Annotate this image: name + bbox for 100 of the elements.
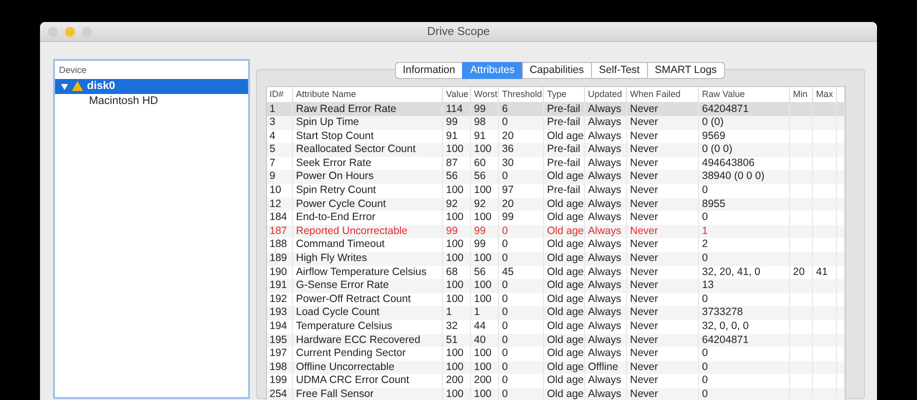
- table-cell: Pre-fail: [544, 116, 584, 130]
- table-cell: 99: [470, 102, 498, 116]
- table-cell: Spin Up Time: [292, 116, 442, 130]
- table-cell: Never: [626, 170, 698, 184]
- table-cell: 36: [498, 143, 544, 157]
- table-cell: 100: [470, 252, 498, 266]
- table-cell: 64204871: [698, 334, 790, 348]
- table-cell: Always: [584, 143, 626, 157]
- table-cell: 100: [442, 360, 470, 374]
- table-cell: Power On Hours: [292, 170, 442, 184]
- table-cell: 0 (0 0): [698, 143, 790, 157]
- table-cell: Old age: [544, 334, 584, 348]
- table-cell: Never: [626, 279, 698, 293]
- window-title: Drive Scope: [427, 25, 490, 40]
- table-cell: 92: [470, 198, 498, 212]
- table-cell: Power Cycle Count: [292, 198, 442, 212]
- table-cell: Never: [626, 102, 698, 116]
- column-header: Min: [790, 87, 812, 102]
- tab[interactable]: SMART Logs: [646, 62, 725, 79]
- table-cell: Old age: [544, 279, 584, 293]
- table-cell: Always: [584, 116, 626, 130]
- close-button[interactable]: [48, 27, 58, 37]
- minimize-button[interactable]: [65, 27, 75, 37]
- table-cell: 100: [442, 143, 470, 157]
- table-cell: 99: [470, 224, 498, 238]
- table-cell: 195: [266, 334, 292, 348]
- table-cell: Never: [626, 360, 698, 374]
- column-header: When Failed: [626, 87, 698, 102]
- column-header: Raw Value: [698, 87, 790, 102]
- table-cell: 0: [498, 360, 544, 374]
- column-header: Value: [442, 87, 470, 102]
- table-cell: Always: [584, 170, 626, 184]
- table-cell: 100: [470, 360, 498, 374]
- table-row[interactable]: 3 Spin Up Time 99 98 0 Pre-fail Always Never 0 (0): [266, 116, 844, 130]
- table-cell: 100: [470, 143, 498, 157]
- table-cell: 99: [442, 224, 470, 238]
- table-cell: Old age: [544, 388, 584, 400]
- table-cell: 193: [266, 306, 292, 320]
- table-cell: Never: [626, 198, 698, 212]
- table-cell: 100: [470, 388, 498, 400]
- table-cell: Always: [584, 198, 626, 212]
- column-header: Threshold: [498, 87, 544, 102]
- tree-item[interactable]: Macintosh HD: [55, 94, 248, 108]
- table-row[interactable]: 187 Reported Uncorrectable 99 99 0 Old age Always Never 1: [266, 224, 844, 238]
- table-row[interactable]: 9 Power On Hours 56 56 0 Old age Always Never 38940 (0 0 0): [266, 170, 844, 184]
- table-cell: 100: [442, 388, 470, 400]
- column-header: Worst: [470, 87, 498, 102]
- table-cell: Old age: [544, 224, 584, 238]
- table-row[interactable]: 198 Offline Uncorrectable 100 100 0 Old age Offline Never 0: [266, 360, 844, 374]
- table-cell: Old age: [544, 198, 584, 212]
- table-row[interactable]: 1 Raw Read Error Rate 114 99 6 Pre-fail Always Never 64204871: [266, 102, 844, 116]
- table-row[interactable]: 254 Free Fall Sensor 100 100 0 Old age Always Never 0: [266, 388, 844, 400]
- table-cell: 8955: [698, 198, 790, 212]
- table-cell: Never: [626, 252, 698, 266]
- table-cell: 51: [442, 334, 470, 348]
- table-cell: Load Cycle Count: [292, 306, 442, 320]
- table-row[interactable]: 193 Load Cycle Count 1 1 0 Old age Always Never 3733278: [266, 306, 844, 320]
- table-cell: G-Sense Error Rate: [292, 279, 442, 293]
- table-cell: Always: [584, 224, 626, 238]
- table-cell: 0: [498, 306, 544, 320]
- table-cell: Offline Uncorrectable: [292, 360, 442, 374]
- table-cell: 20: [498, 198, 544, 212]
- table-cell: Always: [584, 388, 626, 400]
- table-cell: Old age: [544, 306, 584, 320]
- table-cell: Never: [626, 224, 698, 238]
- table-cell: Never: [626, 334, 698, 348]
- disclosure-triangle-icon[interactable]: [61, 82, 68, 90]
- table-cell: Always: [584, 252, 626, 266]
- zoom-button[interactable]: [82, 27, 92, 37]
- table-cell: 0: [498, 334, 544, 348]
- tree-item[interactable]: disk0: [55, 78, 248, 94]
- table-cell: Pre-fail: [544, 143, 584, 157]
- table-cell: Old age: [544, 170, 584, 184]
- table-cell: 100: [442, 279, 470, 293]
- table-cell: 0: [498, 170, 544, 184]
- table-row[interactable]: 12 Power Cycle Count 92 92 20 Old age Always Never 8955: [266, 198, 844, 212]
- column-header: Updated: [584, 87, 626, 102]
- table-cell: 9: [266, 170, 292, 184]
- tab[interactable]: Self-Test: [590, 62, 648, 79]
- table-cell: Always: [584, 334, 626, 348]
- table-row[interactable]: 195 Hardware ECC Recovered 51 40 0 Old age Always Never 64204871: [266, 334, 844, 348]
- table-cell: Raw Read Error Rate: [292, 102, 442, 116]
- table-cell: 13: [698, 279, 790, 293]
- table-cell: 5: [266, 143, 292, 157]
- table-cell: 0: [698, 252, 790, 266]
- tab[interactable]: Information: [394, 62, 464, 79]
- table-row[interactable]: 191 G-Sense Error Rate 100 100 0 Old age Always Never 13: [266, 279, 844, 293]
- table-row[interactable]: 189 High Fly Writes 100 100 0 Old age Always Never 0: [266, 252, 844, 266]
- table-cell: Old age: [544, 360, 584, 374]
- table-cell: High Fly Writes: [292, 252, 442, 266]
- table-cell: Offline: [584, 360, 626, 374]
- table-cell: 114: [442, 102, 470, 116]
- table-cell: 99: [442, 116, 470, 130]
- table-cell: 0: [498, 252, 544, 266]
- table-cell: Never: [626, 388, 698, 400]
- tab[interactable]: Capabilities: [522, 62, 592, 79]
- table-row[interactable]: 5 Reallocated Sector Count 100 100 36 Pre-fail Always Never 0 (0 0): [266, 143, 844, 157]
- table-cell: 12: [266, 198, 292, 212]
- table-cell: 0: [698, 360, 790, 374]
- table-cell: 56: [470, 170, 498, 184]
